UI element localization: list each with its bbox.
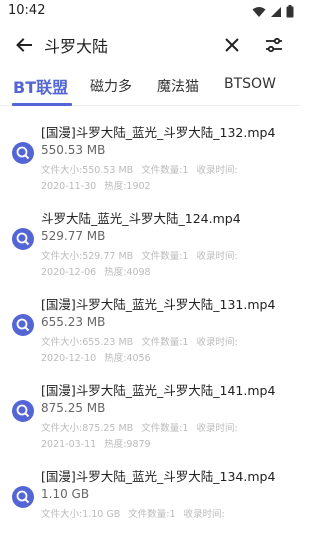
result-meta: 文件大小:529.77 MB 文件数量:1 收录时间: bbox=[41, 251, 238, 262]
source-tabs: BT联盟 磁力多 魔法猫 BTSOW bbox=[0, 66, 300, 106]
result-size: 550.53 MB bbox=[41, 143, 106, 157]
tab-indicator bbox=[12, 103, 72, 106]
close-icon[interactable] bbox=[224, 37, 240, 53]
search-query[interactable]: 斗罗大陆 bbox=[44, 33, 108, 57]
result-size: 875.25 MB bbox=[41, 401, 106, 415]
result-meta-date: 2020-12-10 热度:4056 bbox=[41, 353, 151, 364]
tab-cililduo[interactable]: 磁力多 bbox=[90, 76, 132, 96]
result-title: [国漫]斗罗大陆_蓝光_斗罗大陆_132.mp4 bbox=[41, 125, 276, 140]
result-meta-date: 2020-11-30 热度:1902 bbox=[41, 181, 151, 192]
search-magnet-icon bbox=[12, 142, 34, 164]
result-size: 529.77 MB bbox=[41, 229, 106, 243]
search-magnet-icon bbox=[12, 486, 34, 508]
result-title: [国漫]斗罗大陆_蓝光_斗罗大陆_141.mp4 bbox=[41, 383, 276, 398]
battery-icon bbox=[286, 5, 294, 18]
result-size: 1.10 GB bbox=[41, 487, 90, 501]
result-title: [国漫]斗罗大陆_蓝光_斗罗大陆_131.mp4 bbox=[41, 297, 276, 312]
result-meta: 文件大小:875.25 MB 文件数量:1 收录时间: bbox=[41, 423, 238, 434]
search-bar: 斗罗大陆 bbox=[0, 26, 300, 64]
result-title: 斗罗大陆_蓝光_斗罗大陆_124.mp4 bbox=[41, 211, 241, 226]
tab-mofamao[interactable]: 魔法猫 bbox=[157, 76, 199, 96]
search-magnet-icon bbox=[12, 400, 34, 422]
filter-settings-icon[interactable] bbox=[264, 35, 284, 55]
search-magnet-icon bbox=[12, 314, 34, 336]
result-size: 655.23 MB bbox=[41, 315, 106, 329]
list-item[interactable]: [国漫]斗罗大陆_蓝光_斗罗大陆_141.mp4 875.25 MB 文件大小:… bbox=[0, 365, 300, 451]
list-item[interactable]: [国漫]斗罗大陆_蓝光_斗罗大陆_132.mp4 550.53 MB 文件大小:… bbox=[0, 107, 300, 193]
back-arrow-icon[interactable] bbox=[14, 35, 34, 55]
result-meta-date: 2021-03-11 热度:9879 bbox=[41, 439, 151, 450]
tab-bt-league[interactable]: BT联盟 bbox=[13, 74, 68, 98]
wifi-icon bbox=[252, 6, 266, 17]
result-list: [国漫]斗罗大陆_蓝光_斗罗大陆_132.mp4 550.53 MB 文件大小:… bbox=[0, 107, 300, 533]
result-meta: 文件大小:655.23 MB 文件数量:1 收录时间: bbox=[41, 337, 238, 348]
tab-btsow[interactable]: BTSOW bbox=[224, 76, 276, 92]
list-item[interactable]: [国漫]斗罗大陆_蓝光_斗罗大陆_134.mp4 1.10 GB 文件大小:1.… bbox=[0, 451, 300, 533]
signal-icon bbox=[271, 6, 281, 17]
result-meta-date: 2020-12-06 热度:4098 bbox=[41, 267, 151, 278]
status-time: 10:42 bbox=[8, 3, 46, 18]
list-item[interactable]: 斗罗大陆_蓝光_斗罗大陆_124.mp4 529.77 MB 文件大小:529.… bbox=[0, 193, 300, 279]
result-meta: 文件大小:550.53 MB 文件数量:1 收录时间: bbox=[41, 165, 238, 176]
list-item[interactable]: [国漫]斗罗大陆_蓝光_斗罗大陆_131.mp4 655.23 MB 文件大小:… bbox=[0, 279, 300, 365]
result-title: [国漫]斗罗大陆_蓝光_斗罗大陆_134.mp4 bbox=[41, 469, 276, 484]
status-bar: 10:42 bbox=[0, 0, 300, 24]
status-icons bbox=[252, 5, 294, 18]
result-meta: 文件大小:1.10 GB 文件数量:1 收录时间: bbox=[41, 509, 225, 520]
search-magnet-icon bbox=[12, 228, 34, 250]
